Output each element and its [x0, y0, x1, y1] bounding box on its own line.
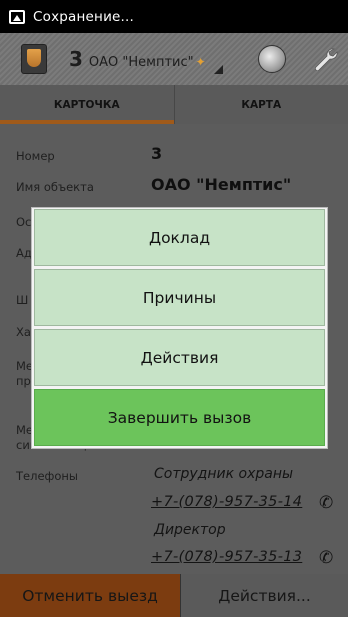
row3-label: Ос — [16, 215, 32, 229]
contact-phone-link[interactable]: +7-(078)-957-35-13 — [151, 549, 302, 565]
cancel-trip-button[interactable]: Отменить выезд — [0, 574, 180, 617]
phones-label: Телефоны — [16, 469, 78, 483]
contact-role: Директор — [154, 522, 226, 538]
status-indicator-icon[interactable] — [258, 45, 286, 73]
reasons-button[interactable]: Причины — [34, 269, 325, 326]
actions-button[interactable]: Действия... — [180, 574, 348, 617]
number-value: 3 — [151, 144, 163, 163]
shield-logo-icon[interactable] — [21, 44, 47, 74]
tab-card[interactable]: КАРТОЧКА — [0, 85, 174, 124]
row5-label: Ш — [16, 293, 29, 307]
dialog-actions-button[interactable]: Действия — [34, 329, 325, 386]
star-icon: ✦ — [195, 55, 206, 69]
tab-map[interactable]: КАРТА — [173, 85, 348, 124]
row4-label: Ад — [16, 246, 32, 260]
number-label: Номер — [16, 149, 55, 163]
tab-bar: КАРТОЧКА КАРТА — [0, 85, 348, 124]
action-bar-title[interactable]: 3 ОАО "Немптис" ✦ — [69, 47, 206, 71]
report-button[interactable]: Доклад — [34, 209, 325, 266]
row7-label-2: пр — [16, 374, 31, 388]
image-icon — [9, 9, 25, 24]
contact-role: Сотрудник охраны — [154, 466, 294, 482]
action-bar: 3 ОАО "Немптис" ✦ — [0, 33, 348, 85]
phone-icon[interactable]: ✆ — [319, 493, 333, 513]
object-name-label: Имя объекта — [16, 180, 94, 194]
wrench-icon[interactable] — [312, 46, 338, 72]
phone-icon[interactable]: ✆ — [319, 548, 333, 568]
dropdown-arrow-icon[interactable] — [213, 64, 223, 74]
contact-phone-link[interactable]: +7-(078)-957-35-14 — [151, 494, 302, 510]
object-name-value: ОАО "Немптис" — [151, 175, 292, 194]
finish-call-button[interactable]: Завершить вызов — [34, 389, 325, 446]
bottom-bar: Отменить выезд Действия... — [0, 574, 348, 617]
object-name: ОАО "Немптис" — [88, 55, 194, 70]
status-text: Сохранение... — [33, 8, 135, 25]
status-bar: Сохранение... — [0, 0, 348, 33]
object-number: 3 — [69, 47, 83, 71]
actions-dialog: Доклад Причины Действия Завершить вызов — [31, 207, 328, 449]
row6-label: Ха — [16, 325, 31, 339]
wrench-icon-svg — [315, 48, 338, 71]
